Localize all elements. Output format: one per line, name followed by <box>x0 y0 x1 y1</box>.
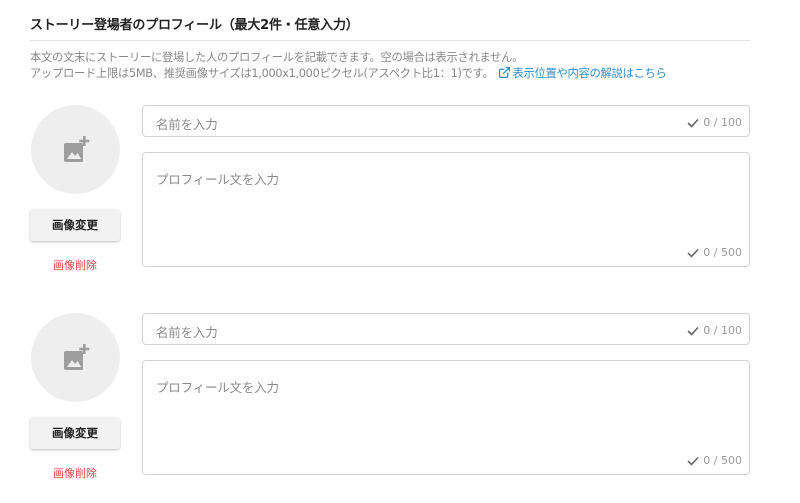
check-icon <box>687 118 699 128</box>
add-photo-icon <box>63 343 89 370</box>
section-description: 本文の文末にストーリーに登場した人のプロフィールを記載できます。空の場合は表示さ… <box>30 50 770 82</box>
bio-counter-value: 0 / 500 <box>703 454 742 467</box>
avatar-upload[interactable] <box>31 105 120 194</box>
name-placeholder: 名前を入力 <box>156 325 218 340</box>
bio-char-counter: 0 / 500 <box>687 246 742 259</box>
check-icon <box>687 248 699 258</box>
add-photo-icon <box>63 135 89 162</box>
section-title: ストーリー登場者のプロフィール（最大2件・任意入力） <box>30 18 359 33</box>
bio-field[interactable]: プロフィール文を入力 0 / 500 <box>142 360 750 475</box>
bio-placeholder: プロフィール文を入力 <box>156 380 279 395</box>
description-line-1: 本文の文末にストーリーに登場した人のプロフィールを記載できます。空の場合は表示さ… <box>30 51 524 64</box>
name-field[interactable]: 名前を入力 0 / 100 <box>142 313 750 345</box>
delete-image-link[interactable]: 画像削除 <box>30 465 120 481</box>
name-counter-value: 0 / 100 <box>703 324 742 337</box>
name-char-counter: 0 / 100 <box>687 116 742 129</box>
bio-counter-value: 0 / 500 <box>703 246 742 259</box>
section-divider <box>30 40 750 41</box>
avatar-upload[interactable] <box>31 313 120 402</box>
change-image-button[interactable]: 画像変更 <box>30 209 120 241</box>
check-icon <box>687 456 699 466</box>
name-placeholder: 名前を入力 <box>156 117 218 132</box>
name-char-counter: 0 / 100 <box>687 324 742 337</box>
bio-char-counter: 0 / 500 <box>687 454 742 467</box>
check-icon <box>687 326 699 336</box>
help-link-label: 表示位置や内容の解説はこちら <box>512 67 667 80</box>
bio-placeholder: プロフィール文を入力 <box>156 172 279 187</box>
external-link-icon <box>498 66 510 79</box>
delete-image-link[interactable]: 画像削除 <box>30 257 120 273</box>
name-counter-value: 0 / 100 <box>703 116 742 129</box>
description-line-2: アップロード上限は5MB、推奨画像サイズは1,000x1,000ピクセル(アスペ… <box>30 67 494 80</box>
name-field[interactable]: 名前を入力 0 / 100 <box>142 105 750 137</box>
change-image-button[interactable]: 画像変更 <box>30 417 120 449</box>
profile-entry-2: 画像変更 画像削除 名前を入力 0 / 100 プロフィール文を入力 0 / 5… <box>30 313 752 488</box>
profile-entry-1: 画像変更 画像削除 名前を入力 0 / 100 プロフィール文を入力 0 / 5… <box>30 105 752 280</box>
help-link[interactable]: 表示位置や内容の解説はこちら <box>494 66 667 80</box>
bio-field[interactable]: プロフィール文を入力 0 / 500 <box>142 152 750 267</box>
